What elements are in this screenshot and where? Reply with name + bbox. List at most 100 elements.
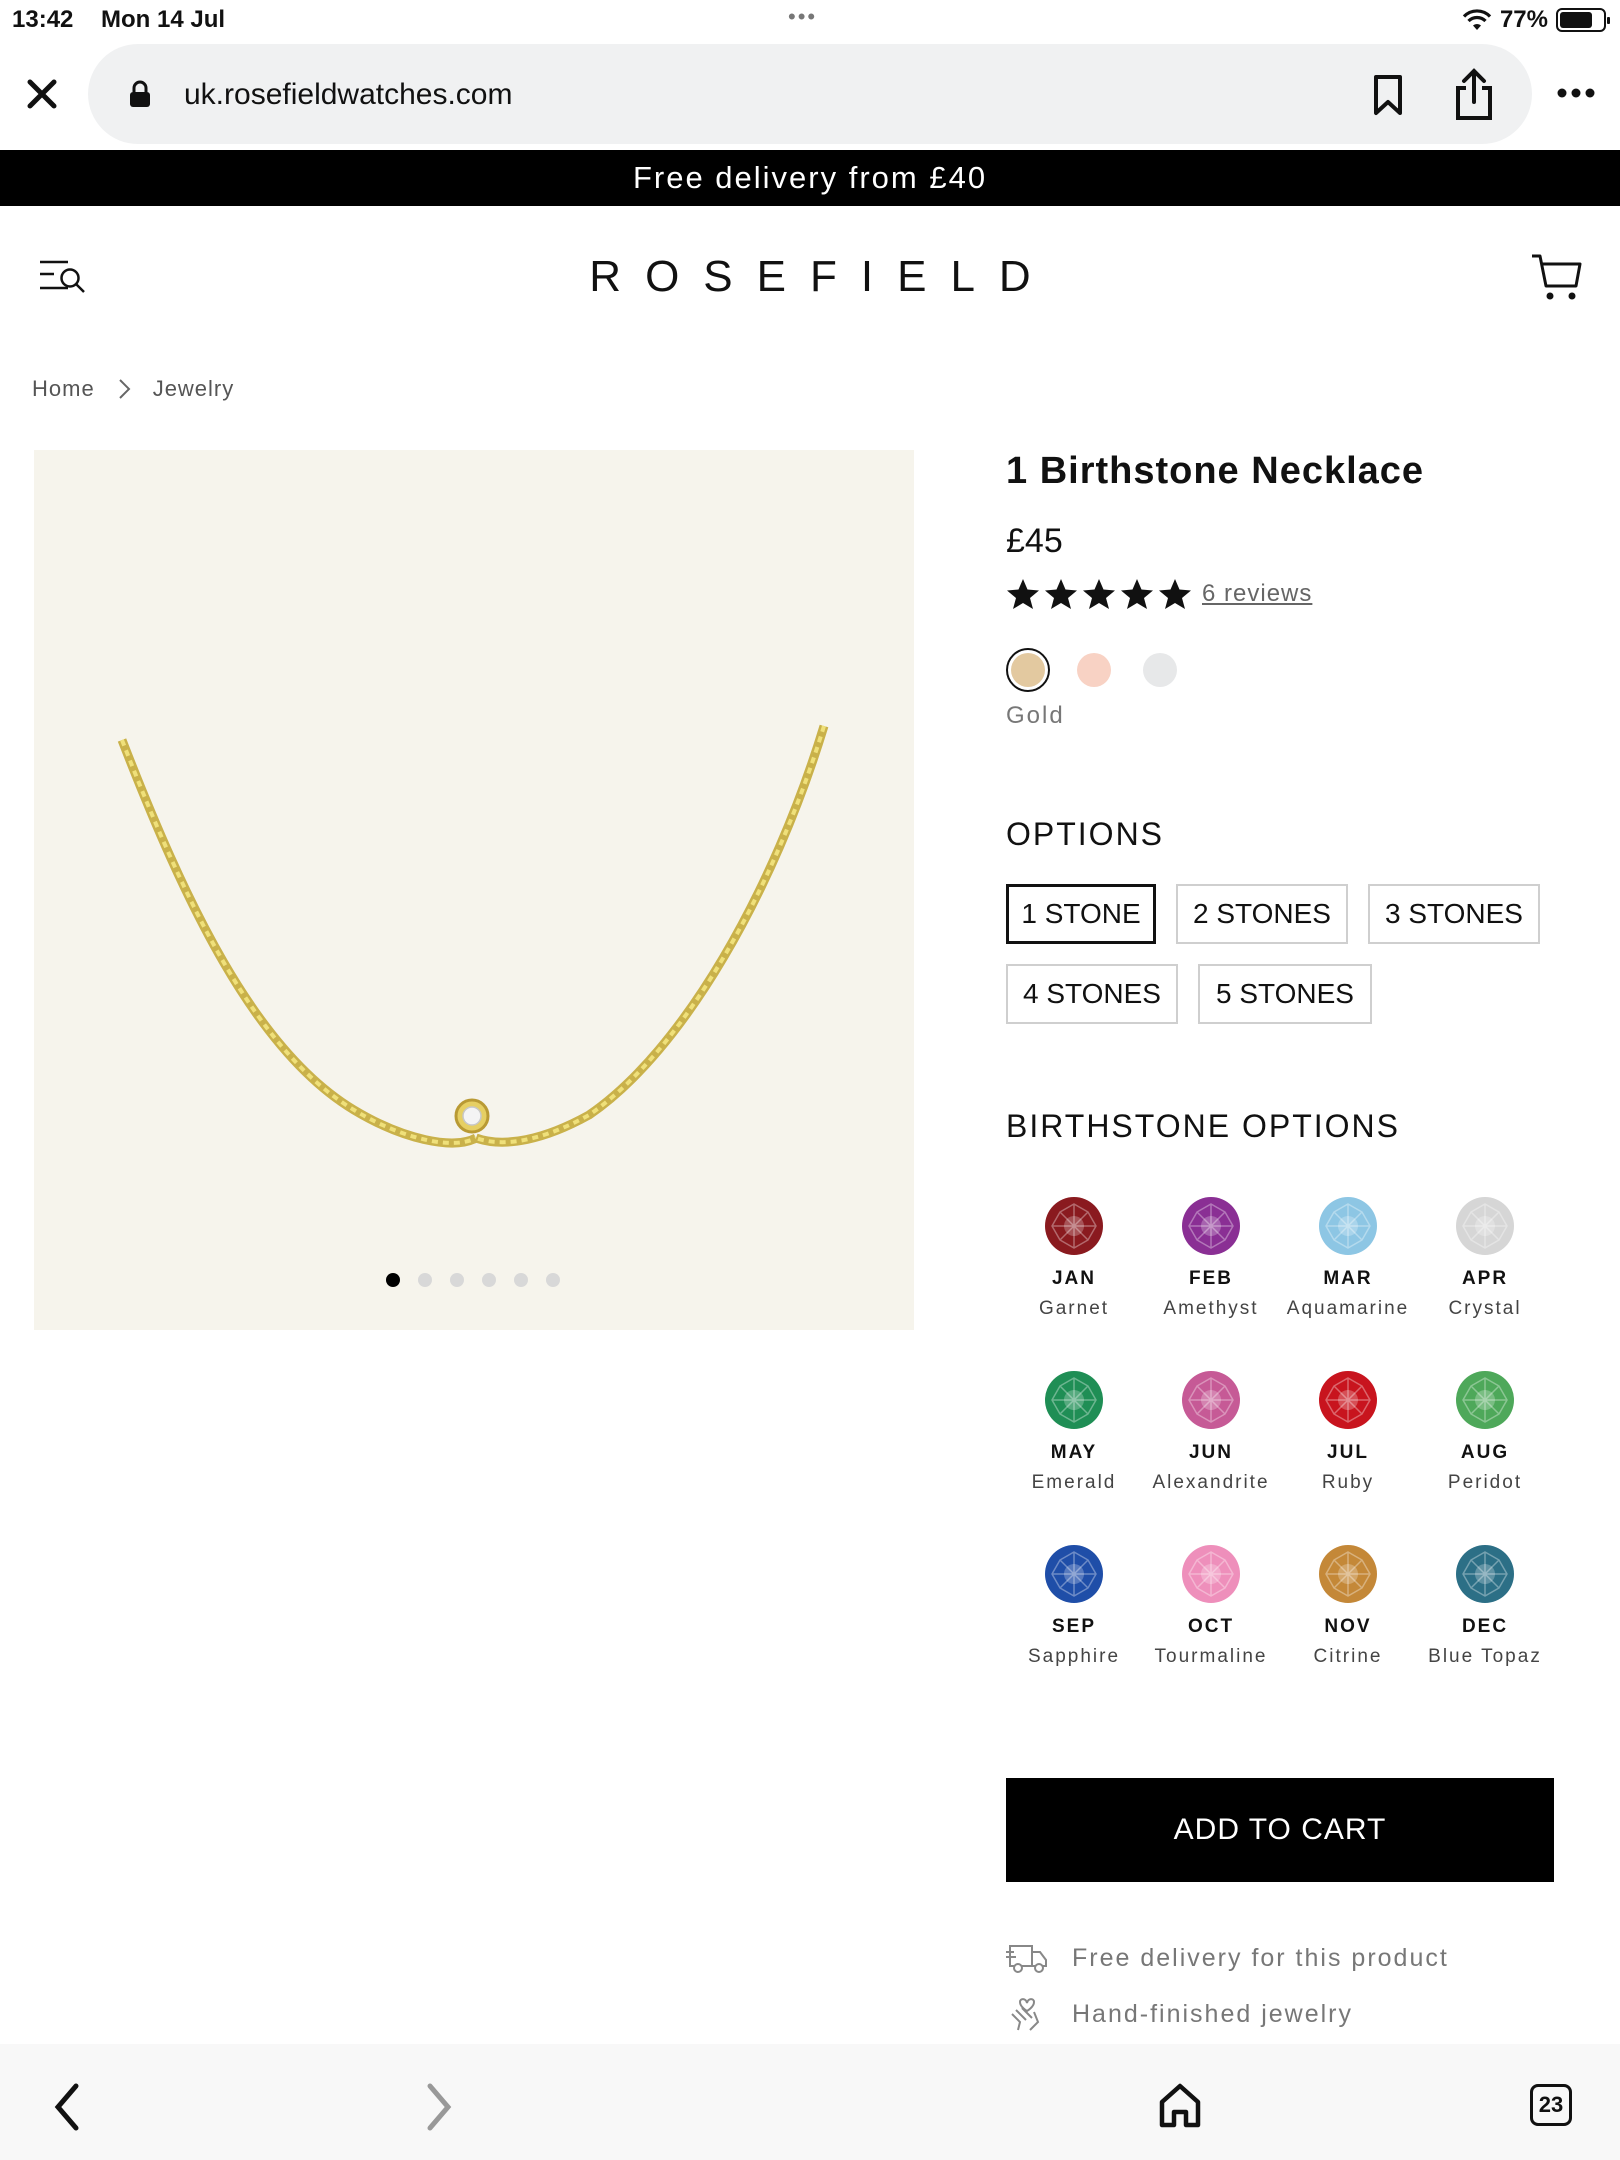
color-swatch-silver[interactable] [1138,648,1182,692]
birthstone-jun[interactable]: JUN Alexandrite [1141,1370,1281,1494]
option-5-stones[interactable]: 5 STONES [1198,964,1372,1024]
gem-icon [1456,1197,1514,1255]
gallery-dot[interactable] [514,1273,528,1287]
hand-heart-icon [1011,1998,1040,2031]
star-icon [1045,579,1077,609]
birthstone-name: Tourmaline [1154,1646,1268,1667]
birthstone-nov[interactable]: NOV Citrine [1278,1544,1418,1668]
gallery-dot[interactable] [386,1273,400,1287]
gallery-dot[interactable] [482,1273,496,1287]
product-price: £45 [1006,522,1063,560]
birthstone-aug[interactable]: AUG Peridot [1415,1370,1555,1494]
birthstone-name: Emerald [1031,1472,1117,1493]
birthstone-month: JUL [1327,1442,1369,1463]
home-icon[interactable] [1158,2082,1202,2128]
birthstone-oct[interactable]: OCT Tourmaline [1141,1544,1281,1668]
breadcrumb-home[interactable]: Home [32,376,95,402]
back-icon[interactable] [52,2082,82,2132]
option-4-stones[interactable]: 4 STONES [1006,964,1178,1024]
gallery-dot[interactable] [418,1273,432,1287]
tabs-button[interactable]: 23 [1530,2084,1572,2126]
forward-icon[interactable] [424,2082,454,2132]
birthstone-name: Crystal [1448,1298,1522,1319]
birthstone-options-heading: BIRTHSTONE OPTIONS [1006,1108,1400,1144]
promo-banner: Free delivery from £40 [0,150,1620,206]
birthstone-name: Sapphire [1027,1646,1121,1667]
birthstone-mar[interactable]: MAR Aquamarine [1278,1196,1418,1320]
gem-icon [1456,1545,1514,1603]
birthstone-month: JUN [1188,1442,1233,1463]
birthstone-name: Aquamarine [1286,1298,1410,1319]
perk-free-delivery: Free delivery for this product [1006,1940,1449,1976]
perk-text: Hand-finished jewelry [1072,1999,1354,2028]
gem-icon [1456,1371,1514,1429]
share-icon[interactable] [1452,68,1496,122]
cart-icon[interactable] [1530,252,1582,302]
status-bar: 13:42 Mon 14 Jul ••• 77% [0,0,1620,40]
browser-toolbar: uk.rosefieldwatches.com [0,40,1620,150]
birthstone-month: OCT [1187,1616,1235,1637]
add-to-cart-button[interactable]: ADD TO CART [1006,1778,1554,1882]
birthstone-jul[interactable]: JUL Ruby [1278,1370,1418,1494]
color-swatch-gold[interactable] [1006,648,1050,692]
star-icon [1083,579,1115,609]
status-time: 13:42 [12,6,74,33]
gallery-dot[interactable] [450,1273,464,1287]
color-swatch-rose[interactable] [1072,648,1116,692]
birthstone-jan[interactable]: JAN Garnet [1004,1196,1144,1320]
gem-icon [1319,1545,1377,1603]
birthstone-dec[interactable]: DEC Blue Topaz [1415,1544,1555,1668]
birthstone-may[interactable]: MAY Emerald [1004,1370,1144,1494]
birthstone-feb[interactable]: FEB Amethyst [1141,1196,1281,1320]
more-options-icon[interactable] [1556,86,1596,100]
option-2-stones[interactable]: 2 STONES [1176,884,1348,944]
birthstone-month: DEC [1461,1616,1509,1637]
option-1-stone[interactable]: 1 STONE [1006,884,1156,944]
battery-icon [1556,8,1610,32]
address-bar[interactable]: uk.rosefieldwatches.com [88,44,1532,144]
birthstone-name: Peridot [1447,1472,1523,1493]
birthstone-name: Citrine [1313,1646,1383,1667]
product-rating: 6 reviews [1006,578,1312,610]
birthstone-name: Garnet [1038,1298,1110,1319]
star-icon [1121,579,1153,609]
status-date: Mon 14 Jul [101,6,226,33]
reviews-link[interactable]: 6 reviews [1202,580,1312,608]
star-icon [1007,579,1039,609]
gallery-pagination [386,1273,560,1287]
necklace-image [117,724,829,1148]
multitask-dots-icon[interactable]: ••• [788,4,817,30]
perk-hand-finished: Hand-finished jewelry [1006,1996,1353,2032]
birthstone-name: Ruby [1321,1472,1375,1493]
product-image-gallery[interactable] [34,450,914,1330]
site-logo[interactable]: ROSEFIELD [0,252,1620,302]
lock-icon [130,80,150,107]
gem-icon [1045,1197,1103,1255]
birthstone-month: MAY [1050,1442,1098,1463]
gem-icon [1045,1371,1103,1429]
option-3-stones[interactable]: 3 STONES [1368,884,1540,944]
options-heading: OPTIONS [1006,816,1165,852]
bookmark-icon[interactable] [1370,74,1406,116]
product-title: 1 Birthstone Necklace [1006,450,1425,492]
birthstone-name: Amethyst [1163,1298,1259,1319]
selected-color-label: Gold [1006,702,1065,729]
gem-icon [1182,1545,1240,1603]
star-icon [1159,579,1191,609]
birthstone-apr[interactable]: APR Crystal [1415,1196,1555,1320]
birthstone-month: MAR [1323,1268,1373,1289]
breadcrumb-jewelry[interactable]: Jewelry [153,376,235,402]
birthstone-month: JAN [1051,1268,1096,1289]
perk-text: Free delivery for this product [1072,1943,1449,1972]
chevron-right-icon [118,379,131,399]
birthstone-month: AUG [1460,1442,1510,1463]
close-icon[interactable] [22,74,62,114]
gem-icon [1045,1545,1103,1603]
color-swatches [1006,648,1182,692]
birthstone-month: NOV [1324,1616,1372,1637]
delivery-truck-icon [1006,1945,1047,1973]
battery-percent: 77% [1499,6,1548,33]
gallery-dot[interactable] [546,1273,560,1287]
url-text: uk.rosefieldwatches.com [184,78,513,111]
birthstone-sep[interactable]: SEP Sapphire [1004,1544,1144,1668]
